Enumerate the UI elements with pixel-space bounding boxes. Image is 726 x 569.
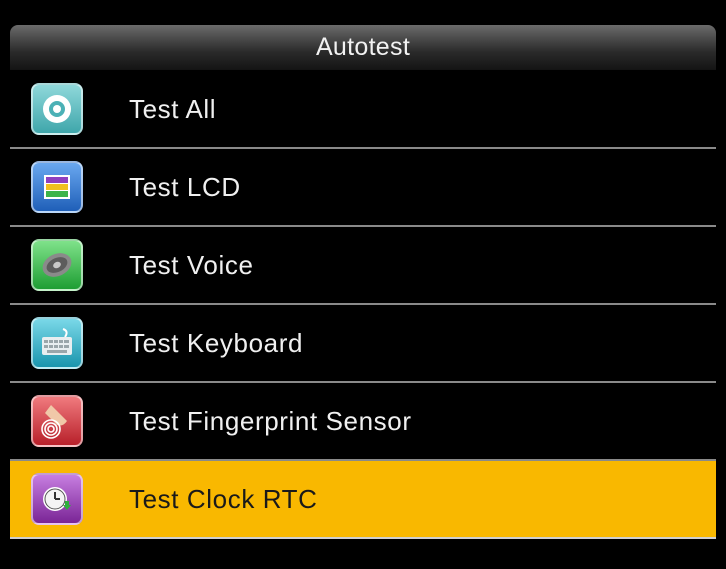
clock-icon bbox=[31, 473, 83, 525]
page-title: Autotest bbox=[315, 33, 411, 61]
menu-item-test-lcd[interactable]: Test LCD bbox=[10, 149, 716, 227]
speaker-icon bbox=[31, 239, 83, 291]
autotest-menu: Test All Test LCD Test Voice Test Keyboa… bbox=[10, 71, 716, 539]
menu-item-label: Test Clock RTC bbox=[129, 483, 318, 514]
title-bar: Autotest bbox=[10, 25, 716, 70]
menu-item-label: Test Keyboard bbox=[129, 327, 304, 358]
keyboard-icon bbox=[31, 317, 83, 369]
lcd-bars-icon bbox=[31, 161, 83, 213]
menu-item-label: Test All bbox=[129, 93, 217, 124]
menu-item-test-voice[interactable]: Test Voice bbox=[10, 227, 716, 305]
menu-item-test-keyboard[interactable]: Test Keyboard bbox=[10, 305, 716, 383]
menu-item-test-all[interactable]: Test All bbox=[10, 71, 716, 149]
menu-item-label: Test Voice bbox=[129, 249, 254, 280]
fingerprint-icon bbox=[31, 395, 83, 447]
menu-item-label: Test LCD bbox=[129, 171, 241, 202]
autotest-screen: Autotest Test All Test LCD Test Voice Te… bbox=[0, 0, 726, 569]
menu-item-test-clock-rtc[interactable]: Test Clock RTC bbox=[10, 461, 716, 539]
menu-item-test-fingerprint-sensor[interactable]: Test Fingerprint Sensor bbox=[10, 383, 716, 461]
target-icon bbox=[31, 83, 83, 135]
menu-item-label: Test Fingerprint Sensor bbox=[129, 405, 412, 436]
